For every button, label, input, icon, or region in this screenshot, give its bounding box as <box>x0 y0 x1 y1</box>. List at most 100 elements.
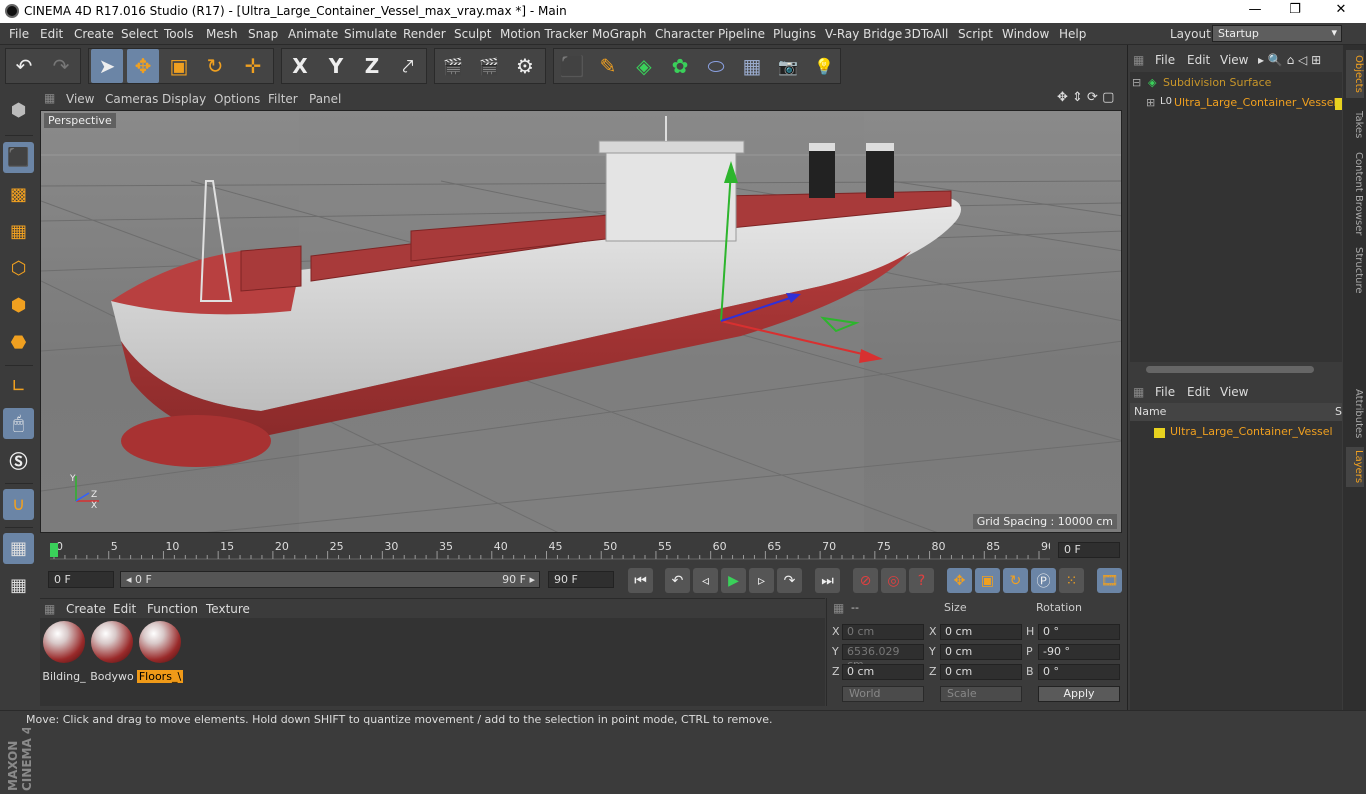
render-settings-icon[interactable]: ⚙ <box>509 49 541 83</box>
y-axis-icon[interactable]: Y <box>320 49 352 83</box>
object-manager-icons[interactable]: ▸ 🔍 ⌂ ◁ ⊞ <box>1258 53 1321 67</box>
menu-help[interactable]: Help <box>1059 27 1086 41</box>
z-axis-icon[interactable]: Z <box>356 49 388 83</box>
3d-viewport[interactable]: Y Z X Perspective Grid Spacing : 10000 c… <box>40 110 1122 533</box>
tab-layers[interactable]: Layers <box>1346 447 1364 487</box>
go-to-start-icon[interactable]: ⏮ <box>628 568 653 593</box>
snap-magnet-icon[interactable]: ∪ <box>3 489 34 520</box>
polygons-mode-icon[interactable]: ⬣ <box>3 327 34 358</box>
pos-x-field[interactable]: 0 cm <box>842 624 924 640</box>
viewport-menu-view[interactable]: View <box>66 92 94 106</box>
key-rotation-icon[interactable]: ↻ <box>1003 568 1028 593</box>
menu-pipeline[interactable]: Pipeline <box>718 27 765 41</box>
menu-create[interactable]: Create <box>74 27 114 41</box>
preview-range-slider[interactable]: ◂ 0 F 90 F ▸ <box>120 571 540 588</box>
viewport-menu-options[interactable]: Options <box>214 92 260 106</box>
menu-plugins[interactable]: Plugins <box>773 27 816 41</box>
minimize-button[interactable]: — <box>1245 2 1265 17</box>
playhead[interactable] <box>50 543 58 557</box>
previous-frame-icon[interactable]: ◃ <box>693 568 718 593</box>
menu-mesh[interactable]: Mesh <box>206 27 238 41</box>
layer-color-swatch[interactable] <box>1335 98 1342 110</box>
keyframe-selection-icon[interactable]: ? <box>909 568 934 593</box>
light-icon[interactable]: 💡 <box>808 49 840 83</box>
drag-handle-icon[interactable]: ▦ <box>1133 53 1144 67</box>
workplane-mode-icon[interactable]: ▦ <box>3 216 34 247</box>
record-keys-icon[interactable]: ⊘ <box>853 568 878 593</box>
pen-icon[interactable]: ✎ <box>592 49 624 83</box>
viewport-menu-cameras[interactable]: Cameras <box>105 92 158 106</box>
timeline-ruler[interactable]: 051015202530354045505560657075808590 <box>50 539 1050 563</box>
floor-icon[interactable]: ▦ <box>736 49 768 83</box>
object-menu-view[interactable]: View <box>1220 53 1248 67</box>
render-view-icon[interactable]: 🎬 <box>437 49 469 83</box>
select-cursor-icon[interactable]: ➤ <box>91 49 123 83</box>
model-mode-icon[interactable]: ⬛ <box>3 142 34 173</box>
menu-tools[interactable]: Tools <box>164 27 194 41</box>
maximize-button[interactable]: ❐ <box>1285 2 1305 17</box>
layer-row[interactable]: Ultra_Large_Container_Vessel <box>1130 425 1342 443</box>
previous-key-icon[interactable]: ↶ <box>665 568 690 593</box>
tab-structure[interactable]: Structure <box>1346 243 1364 298</box>
current-frame-field[interactable]: 0 F <box>1058 542 1120 558</box>
layer-menu-edit[interactable]: Edit <box>1187 385 1210 399</box>
drag-handle-icon[interactable]: ▦ <box>44 91 55 105</box>
viewport-navigation-icons[interactable]: ✥ ⇕ ⟳ ▢ <box>1057 90 1114 105</box>
tab-content-browser[interactable]: Content Browser <box>1346 149 1364 239</box>
object-menu-file[interactable]: File <box>1155 53 1175 67</box>
render-picture-viewer-icon[interactable]: 🎬 <box>473 49 505 83</box>
key-parameter-icon[interactable]: Ⓟ <box>1031 568 1056 593</box>
menu-character[interactable]: Character <box>655 27 714 41</box>
workplane-lock-icon[interactable]: ▦ <box>3 533 34 564</box>
tab-objects[interactable]: Objects <box>1346 50 1364 98</box>
material-item[interactable]: Floors_\ <box>137 621 183 683</box>
menu-file[interactable]: File <box>9 27 29 41</box>
camera-icon[interactable]: 📷 <box>772 49 804 83</box>
redo-icon[interactable]: ↷ <box>45 49 77 83</box>
key-pla-icon[interactable]: ⁙ <box>1059 568 1084 593</box>
menu-select[interactable]: Select <box>121 27 158 41</box>
play-icon[interactable]: ▶ <box>721 568 746 593</box>
pos-y-field[interactable]: 6536.029 cm <box>842 644 924 671</box>
size-y-field[interactable]: 0 cm <box>940 644 1022 660</box>
object-row[interactable]: ⊞ L0 Ultra_Large_Container_Vessel <box>1130 96 1342 114</box>
pos-z-field[interactable]: 0 cm <box>842 664 924 680</box>
size-x-field[interactable]: 0 cm <box>940 624 1022 640</box>
next-frame-icon[interactable]: ▹ <box>749 568 774 593</box>
object-menu-edit[interactable]: Edit <box>1187 53 1210 67</box>
scale-icon[interactable]: ▣ <box>163 49 195 83</box>
next-key-icon[interactable]: ↷ <box>777 568 802 593</box>
menu-3dtoall[interactable]: 3DToAll <box>904 27 948 41</box>
go-to-end-icon[interactable]: ⏭ <box>815 568 840 593</box>
planar-workplane-icon[interactable]: ▦ <box>3 570 34 601</box>
object-row[interactable]: ⊟ ◈ Subdivision Surface <box>1130 76 1342 94</box>
menu-render[interactable]: Render <box>403 27 446 41</box>
deformer-icon[interactable]: ⬭ <box>700 49 732 83</box>
layout-dropdown[interactable]: Startup <box>1212 25 1342 42</box>
subdivision-icon[interactable]: ◈ <box>628 49 660 83</box>
coord-scale-dropdown[interactable]: Scale <box>940 686 1022 702</box>
menu-vray-bridge[interactable]: V-Ray Bridge <box>825 27 902 41</box>
material-item[interactable]: Bilding_ <box>41 621 87 683</box>
coordinate-system-icon[interactable]: ⤤ <box>392 49 424 83</box>
viewport-menu-filter[interactable]: Filter <box>268 92 298 106</box>
rot-p-field[interactable]: -90 ° <box>1038 644 1120 660</box>
menu-animate[interactable]: Animate <box>288 27 338 41</box>
make-editable-icon[interactable]: ⬢ <box>3 95 34 126</box>
timeline[interactable]: 051015202530354045505560657075808590 0 F <box>40 535 1125 567</box>
menu-sculpt[interactable]: Sculpt <box>454 27 491 41</box>
timeline-window-icon[interactable]: 🎞 <box>1097 568 1122 593</box>
live-select-icon[interactable]: ✛ <box>237 49 269 83</box>
autokeying-icon[interactable]: ◎ <box>881 568 906 593</box>
tab-attributes[interactable]: Attributes <box>1346 385 1364 443</box>
apply-button[interactable]: Apply <box>1038 686 1120 702</box>
rot-h-field[interactable]: 0 ° <box>1038 624 1120 640</box>
material-menu-function[interactable]: Function <box>147 602 198 616</box>
drag-handle-icon[interactable]: ▦ <box>1133 385 1144 399</box>
menu-snap[interactable]: Snap <box>248 27 278 41</box>
move-icon[interactable]: ✥ <box>127 49 159 83</box>
menu-motion-tracker[interactable]: Motion Tracker <box>500 27 588 41</box>
close-button[interactable]: ✕ <box>1331 2 1351 17</box>
axis-mode-icon[interactable]: ∟ <box>3 371 34 402</box>
drag-handle-icon[interactable]: ▦ <box>44 602 55 616</box>
